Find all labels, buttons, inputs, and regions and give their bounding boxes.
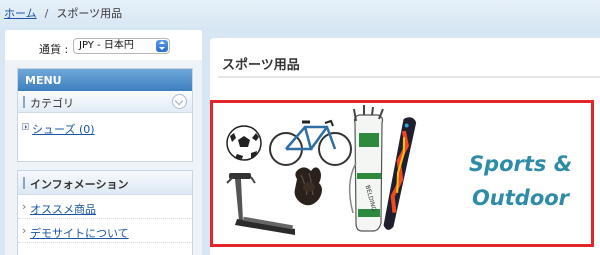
soccer-ball-icon: [226, 125, 262, 161]
breadcrumb-separator: /: [44, 7, 49, 20]
left-sidebar: 通貨 : JPY - 日本円 MENU カテゴリ シューズ (0) インフォメー…: [5, 30, 202, 255]
menu-panel: MENU カテゴリ シューズ (0): [17, 68, 193, 162]
chevron-down-icon[interactable]: [172, 94, 187, 109]
category-title: カテゴリ: [30, 97, 74, 110]
breadcrumb-home-link[interactable]: ホーム: [4, 7, 37, 20]
banner-heading-line2: Outdoor: [471, 186, 570, 210]
bullet-arrow-icon: [22, 123, 29, 130]
currency-label: 通貨 :: [39, 43, 69, 56]
page-title: スポーツ用品: [222, 58, 300, 73]
info-list-item: デモサイトについて: [18, 219, 192, 243]
info-link-recommended[interactable]: オススメ商品: [30, 203, 96, 216]
category-link-shoes[interactable]: シューズ (0): [32, 123, 95, 136]
road-bicycle-icon: [269, 119, 352, 166]
category-item: シューズ (0): [18, 113, 192, 137]
golf-bag-icon: BELDING: [348, 105, 384, 232]
breadcrumb-current: スポーツ用品: [56, 7, 123, 20]
snowboard-icon: [383, 117, 417, 230]
info-list-item: オススメ商品: [18, 195, 192, 219]
category-banner[interactable]: BELDING Sports & Outdoor: [210, 100, 594, 247]
banner-heading: Sports & Outdoor: [453, 147, 588, 215]
currency-select-value: JPY - 日本円: [79, 40, 134, 51]
information-header: インフォメーション: [18, 171, 192, 195]
main-content: スポーツ用品 BELDING Sports & Outdoor: [210, 38, 600, 255]
title-divider: [218, 76, 600, 78]
information-panel: インフォメーション オススメ商品 デモサイトについて: [17, 170, 193, 255]
banner-heading-line1: Sports &: [468, 152, 573, 176]
select-arrows-icon: [156, 40, 168, 52]
info-link-about-demo[interactable]: デモサイトについて: [30, 227, 129, 240]
currency-select[interactable]: JPY - 日本円: [73, 38, 170, 54]
currency-selector-box: 通貨 : JPY - 日本円: [5, 30, 202, 60]
menu-header: MENU: [18, 69, 192, 91]
category-section-header: カテゴリ: [18, 91, 192, 113]
treadmill-icon: [226, 173, 295, 235]
baseball-glove-icon: [294, 167, 322, 206]
breadcrumb: ホーム / スポーツ用品: [0, 0, 600, 30]
